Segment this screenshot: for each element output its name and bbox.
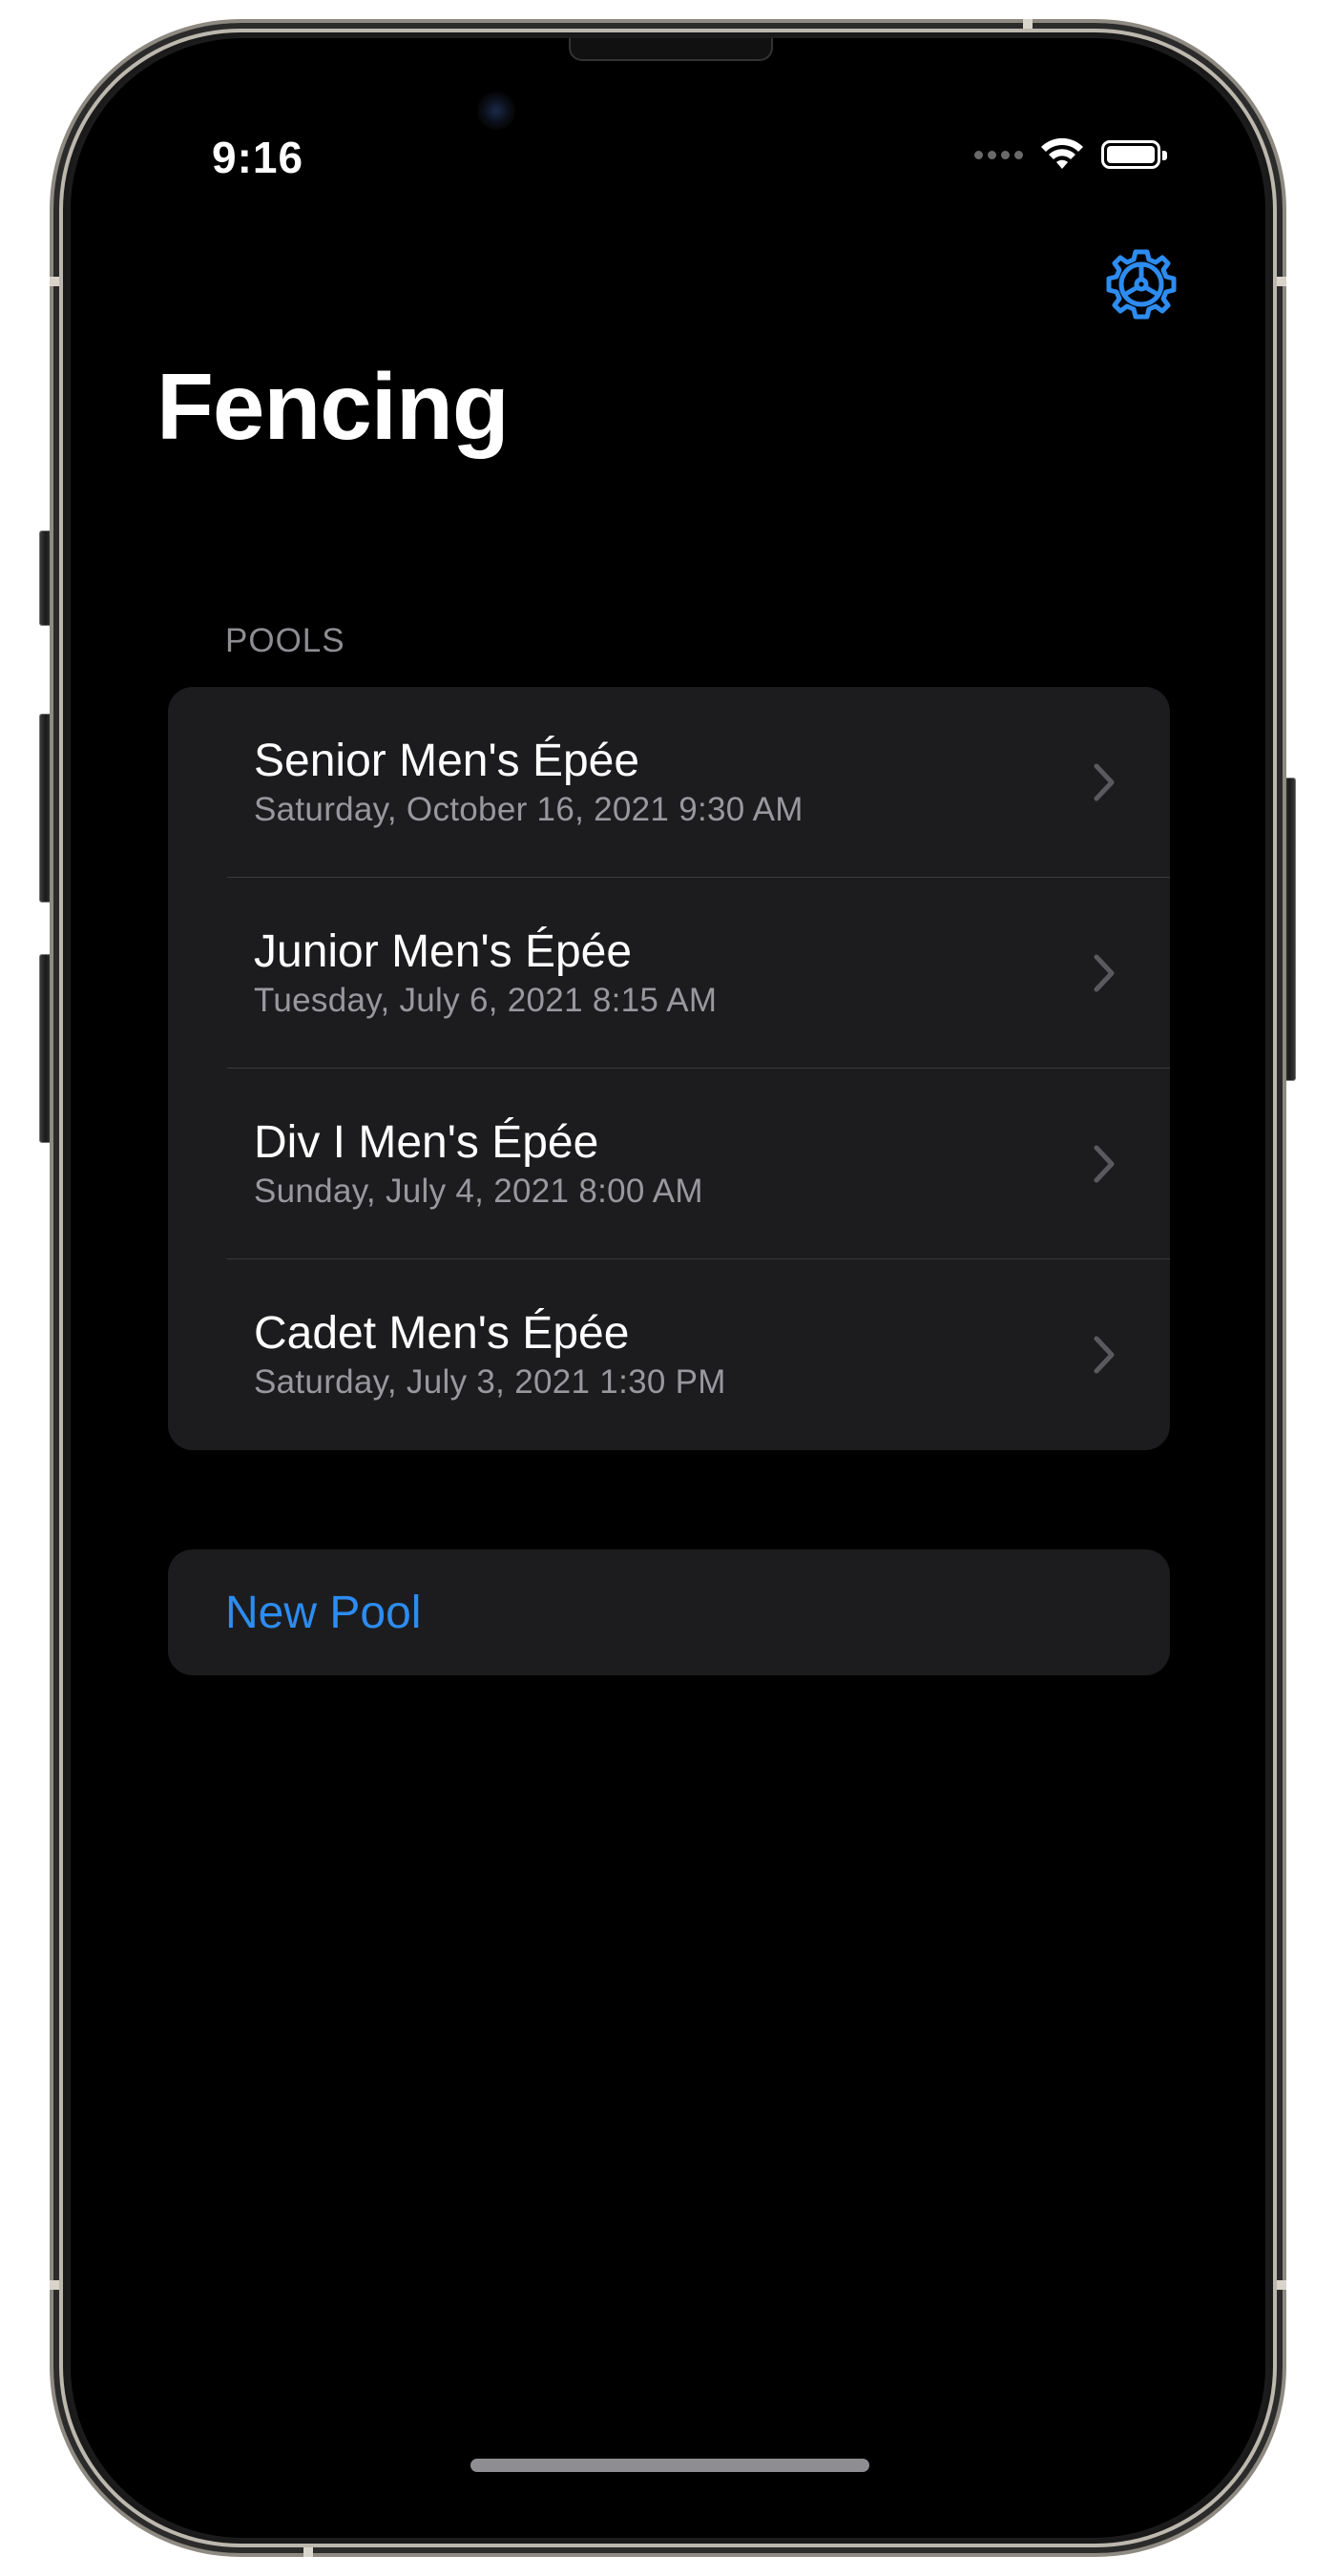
status-icons (974, 134, 1167, 176)
pool-title: Div I Men's Épée (254, 1117, 599, 1168)
pool-title: Junior Men's Épée (254, 926, 633, 977)
section-header-pools: POOLS (225, 622, 345, 659)
screen: 9:16 Fencing POOLS Senior Men's Épée Sat… (71, 38, 1265, 2538)
new-pool-button[interactable]: New Pool (168, 1549, 1170, 1675)
antenna-band (1277, 2280, 1286, 2290)
pool-date: Tuesday, July 6, 2021 8:15 AM (254, 982, 718, 1019)
pool-date: Sunday, July 4, 2021 8:00 AM (254, 1173, 703, 1210)
wifi-icon (1041, 137, 1083, 169)
antenna-band (1023, 19, 1033, 29)
signal-dots-icon (974, 150, 1023, 159)
chevron-right-icon (1094, 954, 1115, 992)
new-pool-label: New Pool (225, 1588, 422, 1638)
antenna-band (50, 277, 59, 286)
list-item[interactable]: Junior Men's Épée Tuesday, July 6, 2021 … (168, 878, 1170, 1069)
chevron-right-icon (1094, 1145, 1115, 1183)
gear-icon (1106, 249, 1177, 320)
pool-date: Saturday, October 16, 2021 9:30 AM (254, 791, 804, 828)
list-item[interactable]: Senior Men's Épée Saturday, October 16, … (168, 687, 1170, 878)
pool-title: Cadet Men's Épée (254, 1308, 630, 1359)
front-camera (477, 92, 515, 130)
status-time: 9:16 (212, 133, 304, 182)
device-stage: 9:16 Fencing POOLS Senior Men's Épée Sat… (0, 0, 1336, 2576)
chevron-right-icon (1094, 1336, 1115, 1374)
list-item[interactable]: Cadet Men's Épée Saturday, July 3, 2021 … (168, 1259, 1170, 1450)
list-item[interactable]: Div I Men's Épée Sunday, July 4, 2021 8:… (168, 1069, 1170, 1259)
home-indicator[interactable] (470, 2459, 869, 2472)
pools-list: Senior Men's Épée Saturday, October 16, … (168, 687, 1170, 1450)
pool-date: Saturday, July 3, 2021 1:30 PM (254, 1363, 726, 1401)
antenna-band (1277, 277, 1286, 286)
chevron-right-icon (1094, 763, 1115, 801)
battery-icon (1101, 140, 1167, 169)
antenna-band (303, 2547, 313, 2557)
page-title: Fencing (157, 354, 510, 459)
pool-title: Senior Men's Épée (254, 736, 640, 786)
earpiece-speaker (569, 38, 773, 61)
settings-button[interactable] (1103, 246, 1179, 322)
antenna-band (50, 2280, 59, 2290)
